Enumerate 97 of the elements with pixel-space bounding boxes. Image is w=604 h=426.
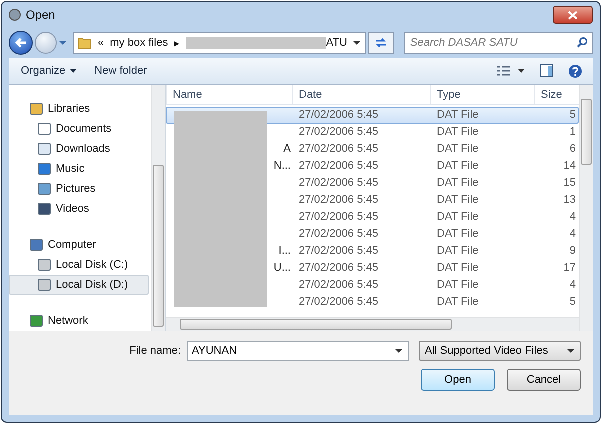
table-cell-text: 1: [568, 125, 577, 140]
file-row[interactable]: 27/02/2006 5:45 DAT File 4: [166, 226, 579, 243]
file-type-dropdown[interactable]: All Supported Video Files: [419, 341, 581, 361]
sidebar-item[interactable]: Pictures: [9, 179, 149, 199]
sidebar-item[interactable]: Documents: [9, 119, 149, 139]
table-cell: I...: [278, 244, 291, 259]
table-cell-text: 5: [568, 108, 577, 123]
table-cell-text: 4: [568, 278, 577, 293]
table-cell-text: 9: [568, 244, 577, 259]
table-cell-text: 17: [562, 261, 577, 276]
scrollbar[interactable]: [151, 85, 165, 331]
table-cell-text: 6: [568, 142, 577, 157]
preview-pane-icon: [540, 64, 554, 78]
caret-icon: [70, 68, 77, 74]
table-cell-text: 27/02/2006 5:45: [298, 176, 380, 191]
file-name-label: File name:: [130, 345, 181, 357]
table-cell-text: 5: [568, 295, 577, 310]
sidebar-item[interactable]: Computer: [9, 235, 149, 255]
sidebar-item[interactable]: Libraries: [9, 99, 149, 119]
table-cell-text: DAT File: [436, 193, 480, 208]
search-field[interactable]: Search DASAR SATU: [404, 32, 593, 54]
caret-icon: [567, 348, 575, 354]
folder-icon: [78, 36, 92, 50]
file-row[interactable]: N... 27/02/2006 5:45 DAT File 14: [166, 158, 579, 175]
table-cell-text: 4: [568, 210, 577, 225]
table-cell: A: [284, 142, 291, 157]
sidebar-item[interactable]: Local Disk (D:): [9, 275, 149, 295]
new-folder-button[interactable]: New folder: [88, 63, 154, 79]
file-row[interactable]: I... 27/02/2006 5:45 DAT File 9: [166, 243, 579, 260]
file-row[interactable]: A 27/02/2006 5:45 DAT File 6: [166, 141, 579, 158]
table-cell-text: DAT File: [436, 210, 480, 225]
table-cell: U...: [274, 261, 291, 276]
breadcrumb[interactable]: «: [98, 37, 104, 49]
caret-icon[interactable]: [395, 348, 403, 354]
table-cell-text: 15: [562, 176, 577, 191]
table-cell-text: 13: [562, 193, 577, 208]
table-cell-text: 27/02/2006 5:45: [298, 142, 380, 157]
scrollbar[interactable]: [166, 317, 579, 331]
table-cell-text: 27/02/2006 5:45: [298, 227, 380, 242]
file-row[interactable]: 27/02/2006 5:45 DAT File 4: [166, 277, 579, 294]
organize-menu[interactable]: Organize: [15, 63, 83, 79]
table-cell-text: DAT File: [436, 261, 480, 276]
file-row[interactable]: 27/02/2006 5:45 DAT File 4: [166, 209, 579, 226]
cancel-button[interactable]: Cancel: [507, 369, 581, 391]
file-name-field[interactable]: AYUNAN: [187, 341, 409, 361]
refresh-icon: [374, 37, 388, 49]
search-icon: [577, 37, 588, 48]
file-row[interactable]: 27/02/2006 5:45 DAT File 1: [166, 124, 579, 141]
dialog-icon: [9, 9, 21, 21]
table-cell-text: DAT File: [436, 125, 480, 140]
table-cell-text: 27/02/2006 5:45: [298, 108, 380, 123]
close-icon: [568, 10, 578, 20]
table-cell-text: 27/02/2006 5:45: [298, 261, 380, 276]
back-button[interactable]: [9, 31, 33, 55]
table-cell-text: 14: [562, 159, 577, 174]
open-button[interactable]: Open: [421, 369, 495, 391]
table-cell-text: 27/02/2006 5:45: [298, 278, 380, 293]
file-row[interactable]: U... 27/02/2006 5:45 DAT File 17: [166, 260, 579, 277]
table-cell-text: DAT File: [436, 108, 480, 123]
refresh-button[interactable]: [368, 32, 394, 54]
table-cell-text: DAT File: [436, 295, 480, 310]
details-view-icon: [496, 65, 526, 77]
sidebar-item[interactable]: Network: [9, 311, 149, 331]
file-row[interactable]: 27/02/2006 5:45 DAT File 13: [166, 192, 579, 209]
scrollbar[interactable]: [579, 85, 593, 331]
caret-icon[interactable]: [353, 40, 362, 46]
back-arrow-icon: [15, 38, 27, 48]
table-cell-text: 27/02/2006 5:45: [298, 193, 380, 208]
table-cell-text: 27/02/2006 5:45: [298, 244, 380, 259]
address-bar[interactable]: « my box files ▸ ATU: [73, 32, 366, 54]
file-row[interactable]: 27/02/2006 5:45 DAT File 15: [166, 175, 579, 192]
sidebar-item[interactable]: Local Disk (C:): [9, 255, 149, 275]
table-cell-text: DAT File: [436, 159, 480, 174]
breadcrumb[interactable]: ATU: [326, 37, 348, 49]
table-cell: N...: [274, 159, 291, 174]
column-header[interactable]: Name: [166, 85, 292, 104]
table-cell-text: 27/02/2006 5:45: [298, 159, 380, 174]
breadcrumb[interactable]: my box files: [110, 37, 168, 49]
table-cell-text: DAT File: [436, 176, 480, 191]
table-cell-text: DAT File: [436, 278, 480, 293]
file-row[interactable]: 27/02/2006 5:45 DAT File 5: [166, 294, 579, 311]
table-cell-text: DAT File: [436, 227, 480, 242]
sidebar-item[interactable]: Downloads: [9, 139, 149, 159]
window-title: Open: [26, 8, 56, 22]
table-cell-text: DAT File: [436, 244, 480, 259]
table-cell-text: 27/02/2006 5:45: [298, 210, 380, 225]
table-cell-text: DAT File: [436, 142, 480, 157]
column-header[interactable]: Date: [292, 85, 430, 104]
table-cell-text: 27/02/2006 5:45: [298, 295, 380, 310]
column-header[interactable]: Type: [430, 85, 534, 104]
breadcrumb[interactable]: ▸: [174, 36, 180, 50]
close-button[interactable]: [553, 6, 593, 24]
help-icon: [568, 64, 583, 78]
table-cell-text: 4: [568, 227, 577, 242]
sidebar-item[interactable]: Music: [9, 159, 149, 179]
sidebar-item[interactable]: Videos: [9, 199, 149, 219]
table-cell-text: 27/02/2006 5:45: [298, 125, 380, 140]
